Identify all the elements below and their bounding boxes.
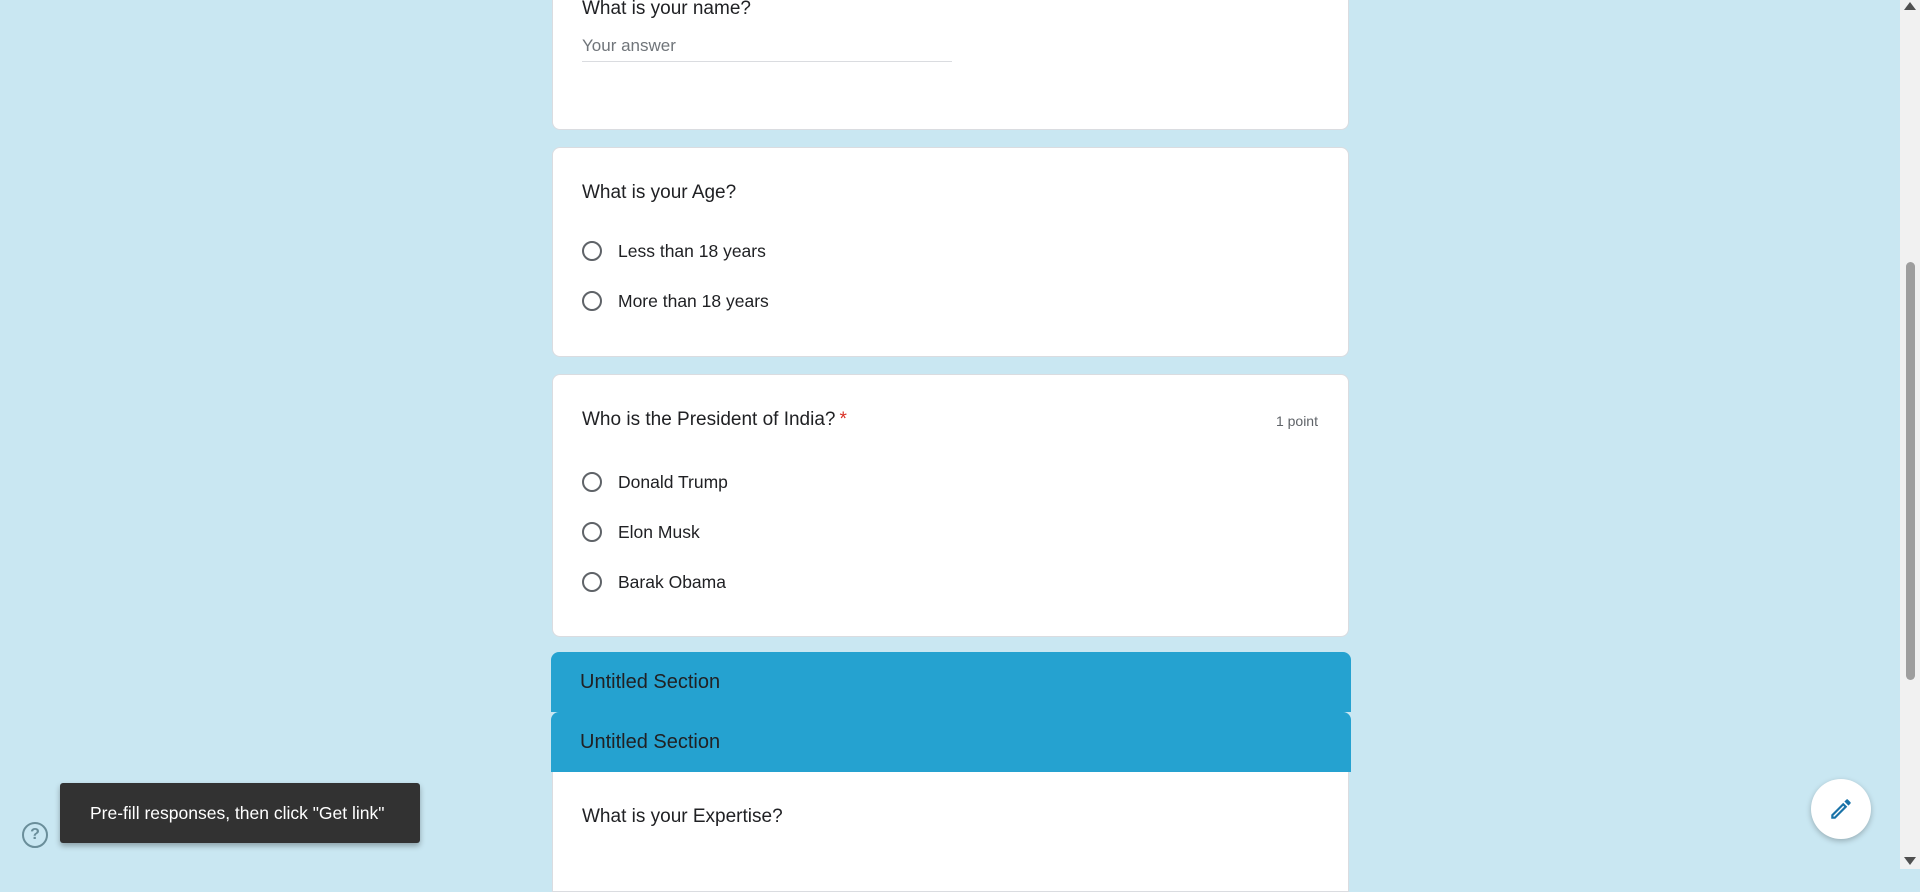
toast-message: Pre-fill responses, then click "Get link… xyxy=(90,802,385,823)
edit-fab-button[interactable] xyxy=(1811,779,1871,839)
question-card-president: Who is the President of India? * 1 point … xyxy=(552,374,1349,637)
question-card-name: What is your name? xyxy=(552,0,1349,130)
section-header-1: Untitled Section xyxy=(551,652,1351,712)
option-label: Barak Obama xyxy=(618,571,726,592)
option-label: Elon Musk xyxy=(618,521,700,542)
question-card-expertise: What is your Expertise? xyxy=(552,772,1349,892)
section-title: Untitled Section xyxy=(580,670,721,693)
name-answer-input[interactable] xyxy=(582,31,952,62)
help-icon[interactable]: ? xyxy=(22,822,48,848)
radio-button[interactable] xyxy=(582,522,602,542)
pencil-edit-icon xyxy=(1831,799,1851,819)
radio-button[interactable] xyxy=(582,291,602,311)
option-label: Less than 18 years xyxy=(618,240,766,261)
option-less-than-18[interactable]: Less than 18 years xyxy=(582,237,766,265)
radio-button[interactable] xyxy=(582,472,602,492)
question-title-president: Who is the President of India? * xyxy=(582,409,847,431)
radio-button[interactable] xyxy=(582,241,602,261)
question-title-name: What is your name? xyxy=(582,0,751,19)
scroll-down-arrow-icon[interactable] xyxy=(1904,857,1916,865)
question-title-text: Who is the President of India? xyxy=(582,409,836,430)
option-more-than-18[interactable]: More than 18 years xyxy=(582,287,769,315)
question-title-age: What is your Age? xyxy=(582,182,737,203)
question-title-expertise: What is your Expertise? xyxy=(582,806,783,827)
option-donald-trump[interactable]: Donald Trump xyxy=(582,468,728,496)
section-title: Untitled Section xyxy=(580,730,721,753)
scroll-up-arrow-icon[interactable] xyxy=(1904,2,1916,10)
scroll-thumb[interactable] xyxy=(1906,262,1915,680)
section-header-2: Untitled Section xyxy=(551,712,1351,772)
vertical-scrollbar[interactable] xyxy=(1900,0,1920,869)
prefill-toast: Pre-fill responses, then click "Get link… xyxy=(60,783,420,843)
option-elon-musk[interactable]: Elon Musk xyxy=(582,518,700,546)
question-card-age: What is your Age? Less than 18 years Mor… xyxy=(552,147,1349,357)
option-label: Donald Trump xyxy=(618,471,728,492)
required-marker: * xyxy=(839,409,847,430)
option-barak-obama[interactable]: Barak Obama xyxy=(582,568,726,596)
option-label: More than 18 years xyxy=(618,290,769,311)
radio-button[interactable] xyxy=(582,572,602,592)
points-label: 1 point xyxy=(1275,413,1318,429)
